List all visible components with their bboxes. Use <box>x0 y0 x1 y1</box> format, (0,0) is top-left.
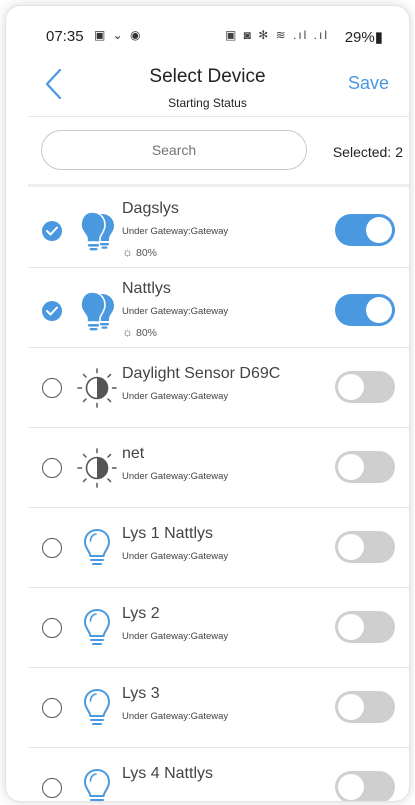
page-subtitle: Starting Status <box>168 96 247 110</box>
double-bulb-icon <box>74 286 120 332</box>
daylight-sensor-icon <box>74 445 120 491</box>
power-toggle[interactable] <box>335 294 395 326</box>
toggle-knob <box>366 297 392 323</box>
toggle-knob <box>338 694 364 720</box>
device-row[interactable]: Lys 1 Nattlys Under Gateway:Gateway <box>6 508 409 588</box>
device-row[interactable]: Lys 4 Nattlys <box>6 748 409 801</box>
device-name: Lys 1 Nattlys <box>122 525 213 542</box>
light-bulb-icon <box>74 765 120 801</box>
selected-label: Selected: <box>332 144 392 160</box>
double-bulb-icon <box>74 206 120 252</box>
toggle-knob <box>338 374 364 400</box>
device-row[interactable]: Nattlys Under Gateway:Gateway ☼ 80% <box>6 268 409 348</box>
header: Select Device Starting Status Save <box>6 58 409 116</box>
notification-icons: ▣ ⌄ ◉ <box>94 28 143 42</box>
phone-screen: 07:35 ▣ ⌄ ◉ ▣ ◙ ✻ ≋ .ıl .ıl 29%▮ Select … <box>6 6 409 801</box>
list-divider <box>28 184 409 187</box>
light-bulb-icon <box>74 605 120 651</box>
device-row[interactable]: Daylight Sensor D69C Under Gateway:Gatewa… <box>6 348 409 428</box>
daylight-sensor-icon <box>74 365 120 411</box>
device-gateway: Under Gateway:Gateway <box>122 306 229 317</box>
search-input[interactable] <box>41 130 307 170</box>
brightness-value: 80% <box>136 327 158 339</box>
device-gateway: Under Gateway:Gateway <box>122 631 229 642</box>
status-bar: 07:35 ▣ ⌄ ◉ ▣ ◙ ✻ ≋ .ıl .ıl 29%▮ <box>6 6 409 50</box>
device-row[interactable]: net Under Gateway:Gateway <box>6 428 409 508</box>
device-row[interactable]: Dagslys Under Gateway:Gateway ☼ 80% <box>6 188 409 268</box>
save-button[interactable]: Save <box>348 73 389 94</box>
device-name: Lys 3 <box>122 685 160 702</box>
device-row[interactable]: Lys 3 Under Gateway:Gateway <box>6 668 409 748</box>
select-radio[interactable] <box>42 698 62 718</box>
sun-icon: ☼ <box>122 245 133 259</box>
select-radio[interactable] <box>42 458 62 478</box>
select-checkmark-icon[interactable] <box>42 221 62 241</box>
system-status-icons: ▣ ◙ ✻ ≋ .ıl .ıl <box>224 28 329 42</box>
power-toggle[interactable] <box>335 611 395 643</box>
power-toggle[interactable] <box>335 691 395 723</box>
device-name: Nattlys <box>122 280 171 297</box>
device-gateway: Under Gateway:Gateway <box>122 391 229 402</box>
device-name: Dagslys <box>122 200 179 217</box>
device-gateway: Under Gateway:Gateway <box>122 226 229 237</box>
select-checkmark-icon[interactable] <box>42 301 62 321</box>
device-row[interactable]: Lys 2 Under Gateway:Gateway <box>6 588 409 668</box>
power-toggle[interactable] <box>335 371 395 403</box>
power-toggle[interactable] <box>335 451 395 483</box>
light-bulb-icon <box>74 685 120 731</box>
select-radio[interactable] <box>42 538 62 558</box>
toggle-knob <box>338 454 364 480</box>
device-name: Lys 4 Nattlys <box>122 765 213 782</box>
select-radio[interactable] <box>42 778 62 798</box>
toggle-knob <box>338 614 364 640</box>
select-radio[interactable] <box>42 378 62 398</box>
status-time: 07:35 <box>46 28 84 45</box>
toggle-knob <box>338 774 364 800</box>
device-brightness: ☼ 80% <box>122 245 157 259</box>
device-name: net <box>122 445 145 462</box>
light-bulb-icon <box>74 525 120 571</box>
selected-counter: Selected: 2 <box>333 144 403 160</box>
brightness-value: 80% <box>136 247 158 259</box>
sun-icon: ☼ <box>122 325 133 339</box>
power-toggle[interactable] <box>335 771 395 801</box>
device-gateway: Under Gateway:Gateway <box>122 471 229 482</box>
toggle-knob <box>366 217 392 243</box>
device-gateway: Under Gateway:Gateway <box>122 551 229 562</box>
battery-level: 29%▮ <box>344 29 383 46</box>
power-toggle[interactable] <box>335 214 395 246</box>
selected-count: 2 <box>395 144 403 160</box>
select-radio[interactable] <box>42 618 62 638</box>
header-divider <box>28 116 409 117</box>
device-gateway: Under Gateway:Gateway <box>122 711 229 722</box>
device-brightness: ☼ 80% <box>122 325 157 339</box>
toggle-knob <box>338 534 364 560</box>
device-name: Lys 2 <box>122 605 160 622</box>
power-toggle[interactable] <box>335 531 395 563</box>
device-name: Daylight Sensor D69C <box>122 365 281 382</box>
